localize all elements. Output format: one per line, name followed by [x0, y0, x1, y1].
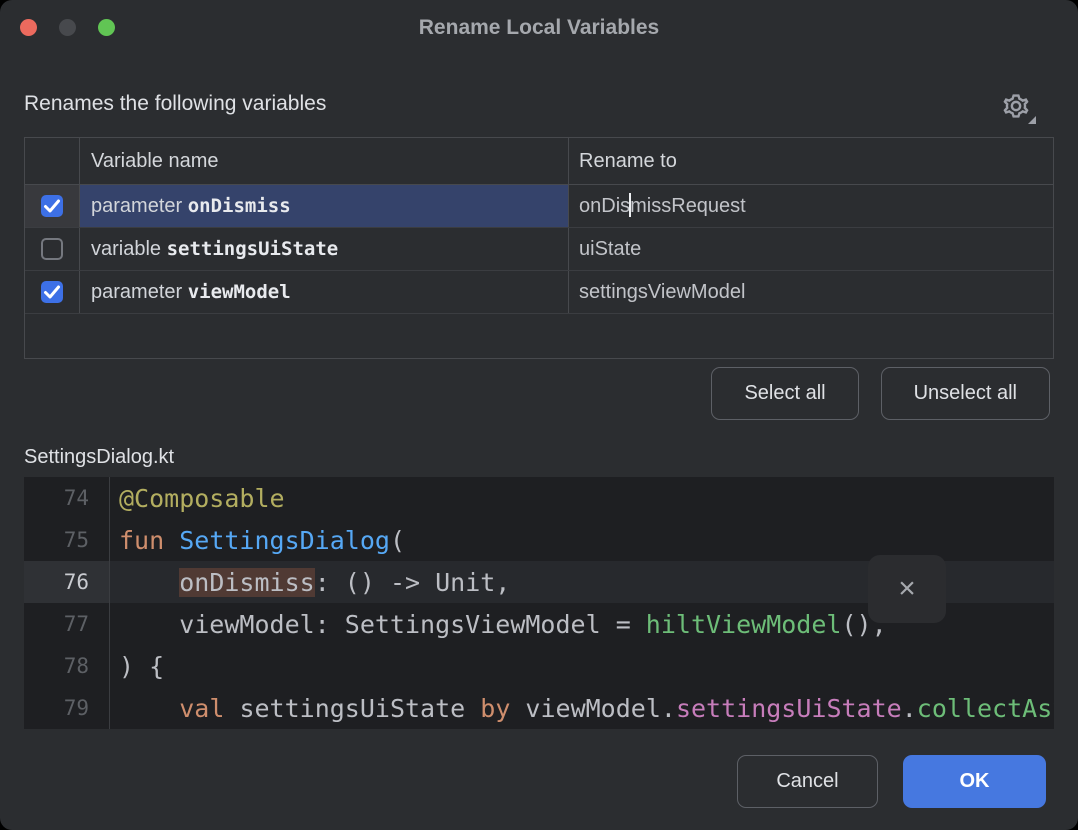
dropdown-caret-icon: [1028, 116, 1036, 124]
checkbox-cell[interactable]: [25, 228, 80, 270]
ok-button[interactable]: OK: [903, 755, 1046, 808]
code-text: val settingsUiState by viewModel.setting…: [110, 694, 1054, 723]
code-token: settingsUiState: [239, 694, 480, 723]
rename-dialog-window: Rename Local Variables Renames the follo…: [0, 0, 1078, 830]
preview-file-name: SettingsDialog.kt: [24, 446, 174, 469]
title-bar: Rename Local Variables: [0, 0, 1078, 56]
variable-identifier: viewModel: [188, 281, 291, 303]
code-text: onDismiss: () -> Unit,: [110, 568, 510, 597]
close-icon: ×: [898, 574, 916, 604]
rename-to-cell[interactable]: settingsViewModel: [569, 271, 1053, 313]
code-token: (: [390, 526, 405, 555]
variable-kind: variable: [91, 238, 167, 261]
code-text: @Composable: [110, 484, 285, 513]
code-token: settingsUiState: [676, 694, 902, 723]
variable-name-cell[interactable]: variable settingsUiState: [80, 228, 569, 270]
header-rename-to: Rename to: [569, 138, 1053, 184]
variable-identifier: settingsUiState: [167, 238, 339, 260]
code-token: hiltViewModel: [646, 610, 842, 639]
unselect-all-button[interactable]: Unselect all: [881, 367, 1050, 420]
rename-to-cell[interactable]: uiState: [569, 228, 1053, 270]
select-all-button[interactable]: Select all: [711, 367, 858, 420]
checkmark-icon: [43, 198, 61, 214]
table-row[interactable]: parameter viewModel settingsViewModel: [25, 271, 1053, 314]
checkbox-cell[interactable]: [25, 271, 80, 313]
code-token: @Composable: [119, 484, 285, 513]
rename-to-cell[interactable]: onDismissRequest: [569, 185, 1053, 227]
line-number: 75: [24, 519, 110, 561]
code-token: : () -> Unit,: [315, 568, 511, 597]
settings-gear-button[interactable]: [994, 86, 1038, 126]
header-checkbox-column: [25, 138, 80, 184]
code-token: viewModel.: [525, 694, 676, 723]
code-token: viewModel: SettingsViewModel =: [119, 610, 646, 639]
code-token: .: [902, 694, 917, 723]
code-text: viewModel: SettingsViewModel = hiltViewM…: [110, 610, 887, 639]
code-token: SettingsDialog: [179, 526, 390, 555]
table-header-row: Variable name Rename to: [25, 138, 1053, 185]
table-row[interactable]: variable settingsUiState uiState: [25, 228, 1053, 271]
variable-name-cell[interactable]: parameter onDismiss: [80, 185, 569, 227]
checkbox-cell[interactable]: [25, 185, 80, 227]
table-row[interactable]: parameter onDismiss onDismissRequest: [25, 185, 1053, 228]
line-number: 78: [24, 645, 110, 687]
row-checkbox[interactable]: [41, 238, 63, 260]
variable-kind: parameter: [91, 195, 188, 218]
code-token: by: [480, 694, 525, 723]
code-token: [119, 694, 179, 723]
rename-value-after-caret: missRequest: [630, 195, 746, 218]
line-number: 77: [24, 603, 110, 645]
variable-kind: parameter: [91, 281, 188, 304]
rename-value: uiState: [579, 238, 641, 261]
variable-name-cell[interactable]: parameter viewModel: [80, 271, 569, 313]
preview-close-button[interactable]: ×: [868, 555, 946, 623]
cancel-button[interactable]: Cancel: [737, 755, 878, 808]
row-checkbox[interactable]: [41, 195, 63, 217]
code-line: 78 ) {: [24, 645, 1054, 687]
dialog-description: Renames the following variables: [24, 92, 326, 116]
variable-identifier: onDismiss: [188, 195, 291, 217]
code-text: ) {: [110, 652, 164, 681]
code-line: 74 @Composable: [24, 477, 1054, 519]
code-token: val: [179, 694, 239, 723]
code-token: onDismiss: [179, 568, 314, 597]
line-number: 76: [24, 561, 110, 603]
line-number: 74: [24, 477, 110, 519]
rename-value-before-caret: onDis: [579, 195, 630, 218]
window-title: Rename Local Variables: [0, 0, 1078, 56]
rename-value: settingsViewModel: [579, 281, 745, 304]
code-line: 79 val settingsUiState by viewModel.sett…: [24, 687, 1054, 729]
code-token: fun: [119, 526, 179, 555]
code-text: fun SettingsDialog(: [110, 526, 405, 555]
table-empty-area: [25, 314, 1053, 358]
code-token: [119, 568, 179, 597]
selection-buttons: Select all Unselect all: [711, 367, 1050, 420]
header-variable-name: Variable name: [80, 138, 569, 184]
code-token: collectAsState: [917, 694, 1054, 723]
row-checkbox[interactable]: [41, 281, 63, 303]
code-token: ) {: [119, 652, 164, 681]
checkmark-icon: [43, 284, 61, 300]
line-number: 79: [24, 687, 110, 729]
variables-table: Variable name Rename to parameter onDism…: [24, 137, 1054, 359]
